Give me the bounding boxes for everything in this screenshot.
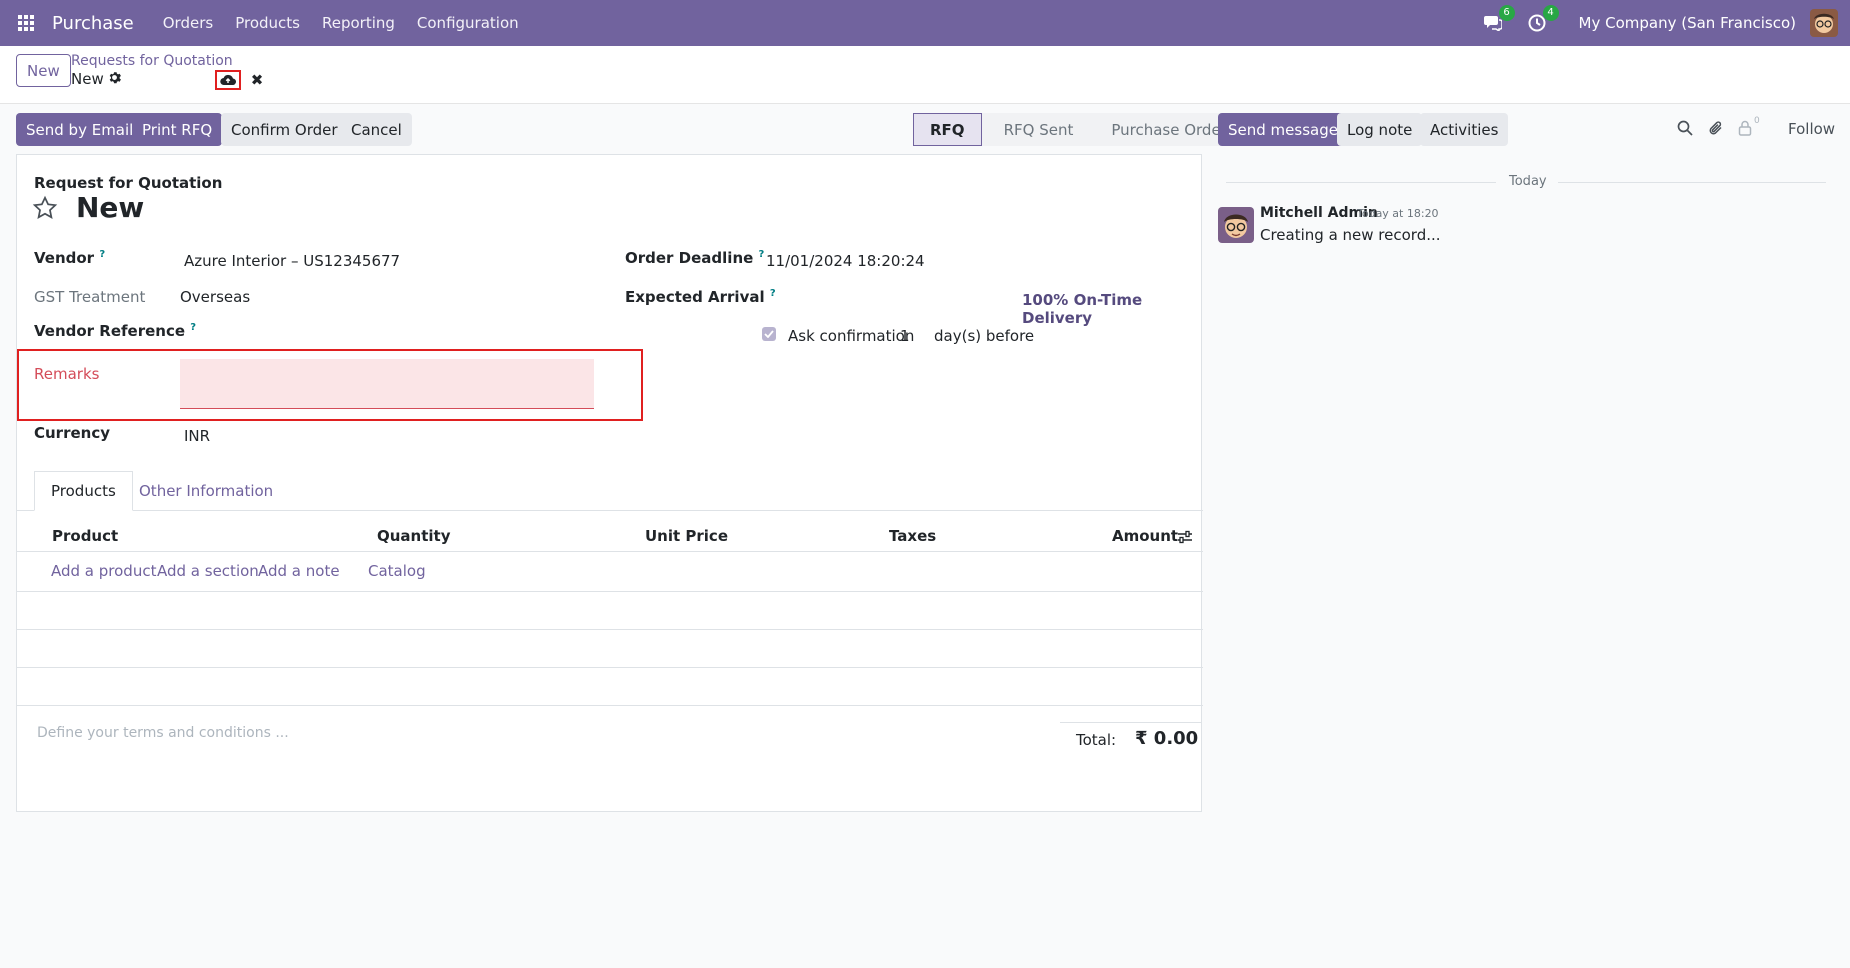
table-header-divider xyxy=(17,551,1203,552)
top-navbar: Purchase Orders Products Reporting Confi… xyxy=(0,0,1850,46)
date-separator: Today xyxy=(1509,174,1547,189)
search-icon[interactable] xyxy=(1677,120,1693,140)
message-timestamp: Today at 18:20 xyxy=(1357,207,1439,220)
record-subtitle: Request for Quotation xyxy=(34,174,223,192)
status-step-rfq[interactable]: RFQ xyxy=(913,113,982,146)
add-section-link[interactable]: Add a section xyxy=(157,562,259,580)
gst-treatment-label: GST Treatment xyxy=(34,288,146,306)
total-label: Total: xyxy=(1076,731,1117,749)
currency-field[interactable]: INR xyxy=(184,427,210,445)
vendor-reference-label: Vendor Reference ? xyxy=(34,322,197,340)
column-taxes[interactable]: Taxes xyxy=(889,527,936,545)
breadcrumb-parent-link[interactable]: Requests for Quotation xyxy=(71,53,233,69)
followers-count: 0 xyxy=(1754,116,1760,126)
cancel-button[interactable]: Cancel xyxy=(341,113,412,146)
messages-badge: 6 xyxy=(1498,5,1515,21)
form-sheet: Request for Quotation New Vendor ? Azure… xyxy=(16,154,1203,812)
add-product-link[interactable]: Add a product xyxy=(51,562,156,580)
menu-products[interactable]: Products xyxy=(235,14,300,32)
status-step-rfq-sent[interactable]: RFQ Sent xyxy=(981,113,1090,146)
table-row xyxy=(17,667,1203,668)
menu-reporting[interactable]: Reporting xyxy=(322,14,395,32)
expected-arrival-help-tip[interactable]: ? xyxy=(770,288,776,299)
remarks-input[interactable] xyxy=(180,359,594,409)
send-message-button[interactable]: Send message xyxy=(1218,113,1348,146)
ask-confirmation-days-field[interactable]: 1 xyxy=(900,327,910,345)
vendor-label: Vendor ? xyxy=(34,249,106,267)
log-note-button[interactable]: Log note xyxy=(1337,113,1423,146)
date-separator-line-left xyxy=(1226,182,1496,183)
new-record-button[interactable]: New xyxy=(16,54,71,87)
order-deadline-field[interactable]: 11/01/2024 18:20:24 xyxy=(766,252,925,270)
currency-label: Currency xyxy=(34,424,111,442)
optional-columns-sliders-icon[interactable] xyxy=(1177,530,1193,548)
expected-arrival-label: Expected Arrival ? xyxy=(625,288,776,306)
vendor-reference-help-tip[interactable]: ? xyxy=(190,322,196,333)
date-separator-line-right xyxy=(1558,182,1826,183)
activities-badge: 4 xyxy=(1542,5,1559,21)
status-bar: RFQ RFQ Sent Purchase Order xyxy=(913,113,1243,146)
table-row xyxy=(17,705,1203,706)
catalog-link[interactable]: Catalog xyxy=(368,562,426,580)
breadcrumb: Requests for Quotation New xyxy=(71,53,233,88)
column-product[interactable]: Product xyxy=(52,527,118,545)
tab-other-information[interactable]: Other Information xyxy=(123,471,289,511)
star-icon[interactable] xyxy=(32,195,58,225)
apps-menu-icon[interactable] xyxy=(0,0,52,46)
activities-button[interactable]: Activities xyxy=(1420,113,1509,146)
control-panel: New Requests for Quotation New ✖ xyxy=(0,46,1850,104)
total-divider xyxy=(1060,722,1202,723)
confirm-order-button[interactable]: Confirm Order xyxy=(221,113,348,146)
ask-confirmation-checkbox[interactable] xyxy=(762,327,776,341)
total-amount: ₹ 0.00 xyxy=(1135,728,1199,749)
notebook-tabs: Products Other Information xyxy=(17,471,1203,511)
on-time-delivery-stat[interactable]: 100% On-Time Delivery xyxy=(1022,291,1201,327)
breadcrumb-current: New xyxy=(71,70,233,88)
ask-confirmation-label: Ask confirmation xyxy=(788,327,915,345)
gear-icon[interactable] xyxy=(108,70,121,88)
add-note-link[interactable]: Add a note xyxy=(258,562,340,580)
message-author-avatar[interactable] xyxy=(1218,207,1254,243)
order-deadline-help-tip[interactable]: ? xyxy=(759,249,765,260)
column-quantity[interactable]: Quantity xyxy=(377,527,451,545)
user-avatar[interactable] xyxy=(1810,9,1838,37)
column-unit-price[interactable]: Unit Price xyxy=(645,527,728,545)
follow-button[interactable]: Follow xyxy=(1788,120,1835,138)
followers-lock-icon[interactable] xyxy=(1738,120,1752,140)
tab-products[interactable]: Products xyxy=(34,471,133,511)
remarks-label: Remarks xyxy=(34,365,100,383)
terms-conditions-input[interactable]: Define your terms and conditions ... xyxy=(37,725,289,741)
order-deadline-label: Order Deadline ? xyxy=(625,249,765,267)
table-row xyxy=(17,591,1203,592)
print-rfq-button[interactable]: Print RFQ xyxy=(132,113,223,146)
column-amount[interactable]: Amount xyxy=(1112,527,1178,545)
message-body: Creating a new record... xyxy=(1260,226,1441,244)
remarks-highlight-box: Remarks xyxy=(17,349,643,421)
company-switcher[interactable]: My Company (San Francisco) xyxy=(1579,14,1796,32)
gst-treatment-field[interactable]: Overseas xyxy=(180,288,250,306)
days-before-label: day(s) before xyxy=(934,327,1035,345)
app-brand[interactable]: Purchase xyxy=(52,13,134,34)
vendor-field[interactable]: Azure Interior – US12345677 xyxy=(184,252,400,270)
paperclip-icon[interactable] xyxy=(1708,120,1724,140)
messaging-icon[interactable]: 6 xyxy=(1481,5,1515,35)
activities-clock-icon[interactable]: 4 xyxy=(1525,5,1559,35)
vendor-help-tip[interactable]: ? xyxy=(99,249,105,260)
save-cloud-icon[interactable] xyxy=(215,70,241,90)
send-by-email-button[interactable]: Send by Email xyxy=(16,113,144,146)
discard-close-icon[interactable]: ✖ xyxy=(249,70,265,90)
menu-configuration[interactable]: Configuration xyxy=(417,14,519,32)
table-row xyxy=(17,629,1203,630)
menu-orders[interactable]: Orders xyxy=(163,14,213,32)
breadcrumb-current-label: New xyxy=(71,70,104,88)
record-name[interactable]: New xyxy=(76,191,144,224)
